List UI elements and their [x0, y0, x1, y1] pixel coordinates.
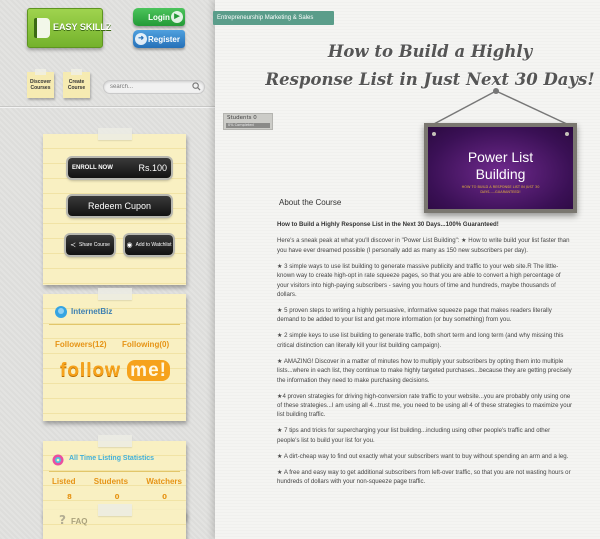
- course-description: How to Build a Highly Response List in t…: [277, 220, 574, 493]
- students-panel: Students 0 0% Completed: [223, 113, 273, 130]
- login-label: Login: [148, 12, 170, 22]
- stats-title: All Time Listing Statistics: [69, 455, 155, 462]
- description-paragraph: ★ 2 simple keys to use list building to …: [277, 332, 564, 349]
- students-progress-text: 0% Completed: [228, 123, 254, 127]
- course-title-line-1: How to Build a Highly: [327, 42, 533, 61]
- register-button[interactable]: ➜ Register: [133, 30, 185, 48]
- instructor-name[interactable]: InternetBiz: [71, 307, 112, 316]
- cover-subtitle: How to build a response list in just 30 …: [461, 185, 540, 194]
- search-icon[interactable]: [192, 82, 201, 91]
- search-input[interactable]: [110, 82, 190, 92]
- follow-me-button[interactable]: follow me!: [60, 360, 170, 382]
- arrow-right-icon: ➜: [135, 33, 147, 45]
- course-cover-inner: Power List Building How to build a respo…: [428, 127, 573, 209]
- sidebar-divider: [0, 106, 215, 107]
- about-heading: About the Course: [279, 198, 342, 207]
- listed-value: 8: [67, 493, 72, 501]
- watchers-label: Watchers: [146, 477, 182, 486]
- bolt-icon: [432, 132, 436, 136]
- category-tag[interactable]: Entrepreneurship Marketing & Sales: [213, 11, 334, 25]
- students-value: 0: [114, 493, 120, 501]
- followers-count[interactable]: Followers(12): [55, 340, 107, 349]
- bolt-icon: [565, 132, 569, 136]
- site-logo[interactable]: EASY SKILLZ: [27, 8, 111, 48]
- description-lead: How to Build a Highly Response List in t…: [277, 221, 499, 228]
- gear-icon: [52, 454, 64, 466]
- eye-icon: ◉: [126, 242, 133, 249]
- share-icon: ≺: [70, 242, 76, 249]
- book-icon: [34, 18, 50, 38]
- login-button[interactable]: Login ▶: [133, 8, 185, 26]
- share-course-button[interactable]: ≺ Share Course: [66, 235, 114, 255]
- description-paragraph: ★ 7 tips and tricks for supercharging yo…: [277, 427, 551, 444]
- following-count[interactable]: Following(0): [122, 340, 169, 349]
- students-label: Students: [93, 477, 129, 486]
- redeem-coupon-button[interactable]: Redeem Cupon: [68, 196, 171, 216]
- stats-values: 8 0 0: [67, 493, 167, 501]
- description-paragraph: ★ A dirt-cheap way to find out exactly w…: [277, 452, 569, 460]
- cover-title: Power List Building: [428, 149, 573, 183]
- instructor-note: InternetBiz Followers(12) Following(0) f…: [43, 288, 186, 421]
- course-price: Rs.100: [138, 163, 167, 173]
- enroll-now-button[interactable]: ENROLL NOW Rs.100: [68, 158, 171, 178]
- search-box: [103, 80, 205, 94]
- students-progress-bar: 0% Completed: [226, 123, 270, 128]
- course-cover-image: Power List Building How to build a respo…: [424, 123, 577, 213]
- me-text: me!: [127, 360, 170, 381]
- sidebar: EASY SKILLZ Login ▶ ➜ Register Discover …: [0, 0, 215, 539]
- arrow-right-icon: ▶: [171, 11, 183, 23]
- discover-courses-link[interactable]: Discover Courses: [27, 69, 54, 98]
- description-paragraph: ★ 3 simple ways to use list building to …: [277, 262, 561, 299]
- description-paragraph: Here's a sneak peak at what you'll disco…: [277, 237, 570, 254]
- share-label: Share Course: [79, 242, 110, 248]
- divider: [49, 324, 180, 325]
- faq-note: ? FAQ: [43, 504, 186, 539]
- course-title: How to Build a Highly Response List in J…: [265, 38, 595, 94]
- watchers-value: 0: [162, 493, 167, 501]
- stats-labels: Listed Students Watchers: [52, 477, 182, 486]
- create-course-link[interactable]: Create Course: [63, 69, 90, 98]
- faq-title[interactable]: FAQ: [71, 517, 87, 526]
- divider: [49, 471, 180, 472]
- cover-title-line-1: Power List: [467, 149, 534, 165]
- description-paragraph: ★ 5 proven steps to writing a highly per…: [277, 307, 552, 324]
- user-icon: [55, 306, 67, 318]
- enroll-label: ENROLL NOW: [72, 165, 113, 171]
- question-icon: ?: [59, 513, 66, 527]
- description-paragraph: ★4 proven strategies for driving high-co…: [277, 392, 573, 419]
- add-to-watchlist-button[interactable]: ◉ Add to Watchlist: [125, 235, 173, 255]
- description-paragraph: ★ A free and easy way to get additional …: [277, 468, 571, 486]
- students-label: Students 0: [227, 115, 257, 121]
- wishlist-label: Add to Watchlist: [135, 242, 172, 248]
- register-label: Register: [147, 34, 180, 44]
- course-actions-note: ENROLL NOW Rs.100 Redeem Cupon ≺ Share C…: [43, 128, 186, 285]
- listed-label: Listed: [52, 477, 76, 486]
- follow-text: follow: [60, 360, 121, 381]
- hanging-string: [431, 90, 570, 126]
- logo-text: EASY SKILLZ: [53, 22, 112, 32]
- description-paragraph: ★ AMAZING! Discover in a matter of minut…: [277, 357, 572, 384]
- cover-title-line-2: Building: [475, 166, 526, 182]
